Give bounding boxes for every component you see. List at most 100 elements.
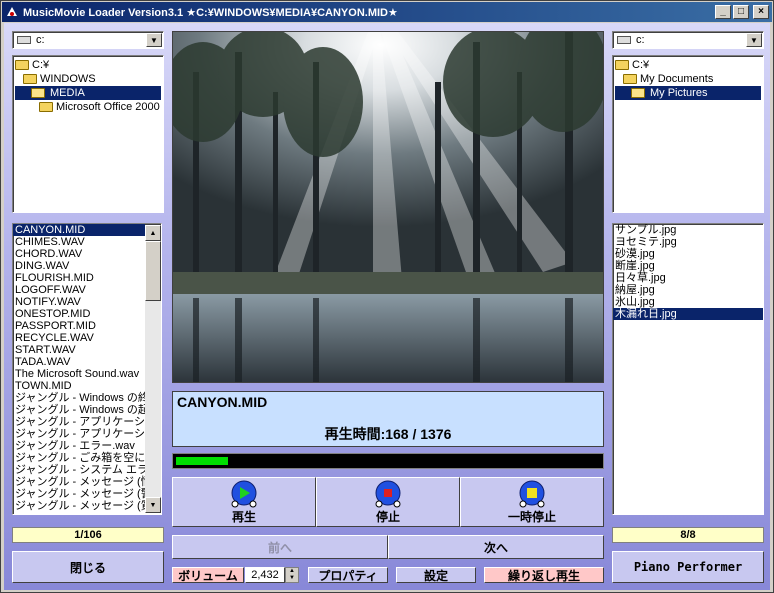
- folder-tree-item[interactable]: WINDOWS: [15, 72, 161, 86]
- stop-icon: [375, 480, 401, 507]
- left-file-counter: 1/106: [12, 527, 164, 543]
- left-folder-tree[interactable]: C:¥ WINDOWS MEDIA Microsoft Office 2000: [12, 55, 164, 213]
- folder-tree-label: WINDOWS: [40, 73, 96, 85]
- folder-icon: [31, 88, 45, 98]
- chevron-down-icon[interactable]: ▼: [146, 33, 162, 47]
- folder-tree-label: C:¥: [32, 59, 50, 71]
- right-file-list[interactable]: サンプル.jpg ヨセミテ.jpg 砂漠.jpg 断崖.jpg 日々草.jpg 納屋.jp…: [612, 223, 764, 515]
- close-button[interactable]: 閉じる: [12, 551, 164, 583]
- file-list-item[interactable]: FLOURISH.MID: [13, 272, 145, 284]
- play-label: 再生: [231, 509, 256, 524]
- scroll-thumb[interactable]: [145, 241, 161, 301]
- app-window: MusicMovie Loader Version3.1 ★C:¥WINDOWS…: [0, 0, 774, 593]
- right-folder-tree[interactable]: C:¥ My Documents My Pictures: [612, 55, 764, 213]
- left-file-list[interactable]: CANYON.MID CHIMES.WAV CHORD.WAV DING.WAV FLO…: [12, 223, 162, 515]
- left-file-scrollbar[interactable]: ▲ ▼: [145, 225, 161, 513]
- pause-button[interactable]: 一時停止: [460, 477, 604, 527]
- volume-spinner[interactable]: ▲ ▼: [285, 567, 299, 583]
- play-icon: [231, 480, 257, 507]
- folder-icon: [615, 60, 629, 70]
- stop-label: 停止: [375, 509, 400, 524]
- file-list-item[interactable]: PASSPORT.MID: [13, 320, 145, 332]
- file-list-item[interactable]: サンプル.jpg: [613, 224, 763, 236]
- scroll-down-icon[interactable]: ▼: [145, 497, 161, 513]
- right-file-counter: 8/8: [612, 527, 764, 543]
- folder-icon: [631, 88, 645, 98]
- app-icon: [5, 5, 19, 19]
- close-window-button[interactable]: ×: [753, 5, 769, 19]
- folder-tree-item[interactable]: My Pictures: [615, 86, 761, 100]
- picture-view: [172, 31, 604, 383]
- folder-tree-item[interactable]: MEDIA: [15, 86, 161, 100]
- folder-tree-label: My Documents: [640, 73, 714, 85]
- folder-icon: [623, 74, 637, 84]
- file-list-item[interactable]: ジャングル - アプリケーションの起動.wav: [13, 428, 161, 440]
- folder-tree-item[interactable]: C:¥: [15, 58, 161, 72]
- file-list-item[interactable]: TADA.WAV: [13, 356, 145, 368]
- file-list-item[interactable]: ジャングル - エラー.wav: [13, 440, 145, 452]
- file-list-item[interactable]: ジャングル - メッセージ (情報).wav: [13, 476, 161, 488]
- file-list-item[interactable]: 砂漠.jpg: [613, 248, 763, 260]
- stop-button[interactable]: 停止: [316, 477, 460, 527]
- pause-label: 一時停止: [507, 509, 556, 524]
- file-list-item[interactable]: DING.WAV: [13, 260, 145, 272]
- now-playing-filename: CANYON.MID: [177, 394, 268, 410]
- playback-time: 再生時間:168 / 1376: [324, 426, 452, 442]
- next-button[interactable]: 次へ: [388, 535, 604, 559]
- file-list-item[interactable]: LOGOFF.WAV: [13, 284, 145, 296]
- left-drive-select[interactable]: c: ▼: [12, 31, 164, 49]
- file-list-item[interactable]: ジャングル - システム エラー.wav: [13, 464, 161, 476]
- scroll-up-icon[interactable]: ▲: [145, 225, 161, 241]
- file-list-item[interactable]: NOTIFY.WAV: [13, 296, 145, 308]
- repeat-button[interactable]: 繰り返し再生: [484, 567, 604, 583]
- properties-button[interactable]: プロパティ: [308, 567, 388, 583]
- drive-icon: [17, 36, 31, 44]
- volume-input[interactable]: 2,432: [245, 567, 285, 583]
- file-list-item[interactable]: ジャングル - Windows の終了.wav: [13, 392, 161, 404]
- volume-label: ボリューム: [172, 567, 244, 583]
- piano-performer-button[interactable]: Piano Performer: [612, 551, 764, 583]
- file-list-item[interactable]: ジャングル - メッセージ (警告).wav: [13, 488, 161, 500]
- minimize-button[interactable]: _: [715, 5, 731, 19]
- drive-icon: [617, 36, 631, 44]
- file-list-item[interactable]: RECYCLE.WAV: [13, 332, 145, 344]
- file-list-item[interactable]: ジャングル - Windows の起動.wav: [13, 404, 161, 416]
- file-list-item[interactable]: START.WAV: [13, 344, 145, 356]
- file-list-item[interactable]: ジャングル - ごみ箱を空にする.wav: [13, 452, 161, 464]
- play-button[interactable]: 再生: [172, 477, 316, 527]
- file-list-item[interactable]: CANYON.MID: [13, 224, 145, 236]
- title-bar[interactable]: MusicMovie Loader Version3.1 ★C:¥WINDOWS…: [2, 2, 772, 22]
- progress-fill: [176, 457, 228, 465]
- maximize-button[interactable]: □: [733, 5, 749, 19]
- file-list-item[interactable]: CHORD.WAV: [13, 248, 145, 260]
- file-list-item[interactable]: CHIMES.WAV: [13, 236, 145, 248]
- prev-button[interactable]: 前へ: [172, 535, 388, 559]
- file-list-item[interactable]: 納屋.jpg: [613, 284, 763, 296]
- window-title: MusicMovie Loader Version3.1 ★C:¥WINDOWS…: [23, 6, 398, 19]
- file-list-item[interactable]: ジャングル - メッセージ (質問).wav: [13, 500, 161, 512]
- right-drive-value: c:: [636, 34, 645, 46]
- folder-tree-label: My Pictures: [648, 87, 710, 99]
- folder-tree-item[interactable]: C:¥: [615, 58, 761, 72]
- spin-up-icon[interactable]: ▲: [286, 568, 298, 575]
- right-drive-select[interactable]: c: ▼: [612, 31, 764, 49]
- spin-down-icon[interactable]: ▼: [286, 575, 298, 582]
- file-list-item[interactable]: ヨセミテ.jpg: [613, 236, 763, 248]
- chevron-down-icon[interactable]: ▼: [746, 33, 762, 47]
- settings-button[interactable]: 設定: [396, 567, 476, 583]
- folder-tree-label: MEDIA: [48, 87, 87, 99]
- folder-tree-item[interactable]: Microsoft Office 2000: [15, 100, 161, 114]
- folder-tree-label: C:¥: [632, 59, 650, 71]
- file-list-item[interactable]: TOWN.MID: [13, 380, 145, 392]
- playback-progress-bar[interactable]: [172, 453, 604, 469]
- file-list-item[interactable]: ONESTOP.MID: [13, 308, 145, 320]
- folder-tree-item[interactable]: My Documents: [615, 72, 761, 86]
- file-list-item[interactable]: 断崖.jpg: [613, 260, 763, 272]
- client-area: c: ▼ C:¥ WINDOWS MEDIA Microsoft Office 200…: [4, 23, 770, 590]
- file-list-item[interactable]: 日々草.jpg: [613, 272, 763, 284]
- file-list-item[interactable]: 木漏れ日.jpg: [613, 308, 763, 320]
- file-list-item[interactable]: ジャングル - アプリケーションの終了.wav: [13, 416, 161, 428]
- file-list-item[interactable]: 氷山.jpg: [613, 296, 763, 308]
- now-playing-panel: CANYON.MID 再生時間:168 / 1376: [172, 391, 604, 447]
- file-list-item[interactable]: The Microsoft Sound.wav: [13, 368, 145, 380]
